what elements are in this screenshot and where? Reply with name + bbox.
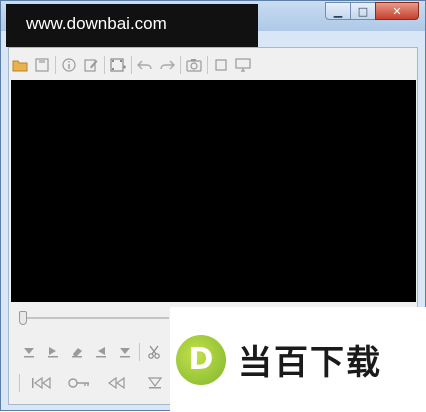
redo-icon[interactable] [156,54,178,76]
fullscreen-icon[interactable] [210,54,232,76]
mark-out-icon[interactable] [89,344,113,360]
maximize-button[interactable]: □ [350,2,376,20]
toolbar-separator [139,343,140,361]
mark-in-icon[interactable] [41,344,65,360]
toolbar-separator [180,56,181,74]
toolbar-separator [104,56,105,74]
seek-thumb[interactable] [19,311,27,325]
toolbar-separator [55,56,56,74]
key-icon[interactable] [60,372,98,394]
rewind-icon[interactable] [98,372,136,394]
toolbar-separator [131,56,132,74]
edit-controls [17,343,166,361]
toolbar-separator [19,374,20,392]
undo-icon[interactable] [134,54,156,76]
camera-icon[interactable] [183,54,205,76]
edit-icon[interactable] [80,54,102,76]
mark-start-icon[interactable] [17,344,41,360]
close-button[interactable]: ✕ [375,2,419,20]
cut-icon[interactable] [142,344,166,360]
toolbar-separator [207,56,208,74]
stop-marker-icon[interactable] [136,372,174,394]
main-toolbar [9,54,417,76]
brand-logo-overlay: D 当百下载 [170,307,426,412]
mark-end-icon[interactable] [113,344,137,360]
minimize-button[interactable]: ▁ [325,2,351,20]
erase-icon[interactable] [65,344,89,360]
seek-slider[interactable] [13,311,173,325]
brand-logo-badge: D [176,334,226,385]
monitor-icon[interactable] [232,54,254,76]
info-icon[interactable] [58,54,80,76]
film-add-icon[interactable] [107,54,129,76]
brand-logo-text: 当百下载 [238,343,382,383]
skip-to-start-icon[interactable] [22,372,60,394]
open-folder-icon[interactable] [9,54,31,76]
watermark-banner: www.downbai.com [6,4,258,47]
seek-track [19,317,169,319]
video-preview[interactable] [11,80,416,302]
window-controls: ▁ □ ✕ [325,2,419,20]
save-icon[interactable] [31,54,53,76]
app-window: ▁ □ ✕ www.downbai.com D 当百下载 [0,0,426,412]
